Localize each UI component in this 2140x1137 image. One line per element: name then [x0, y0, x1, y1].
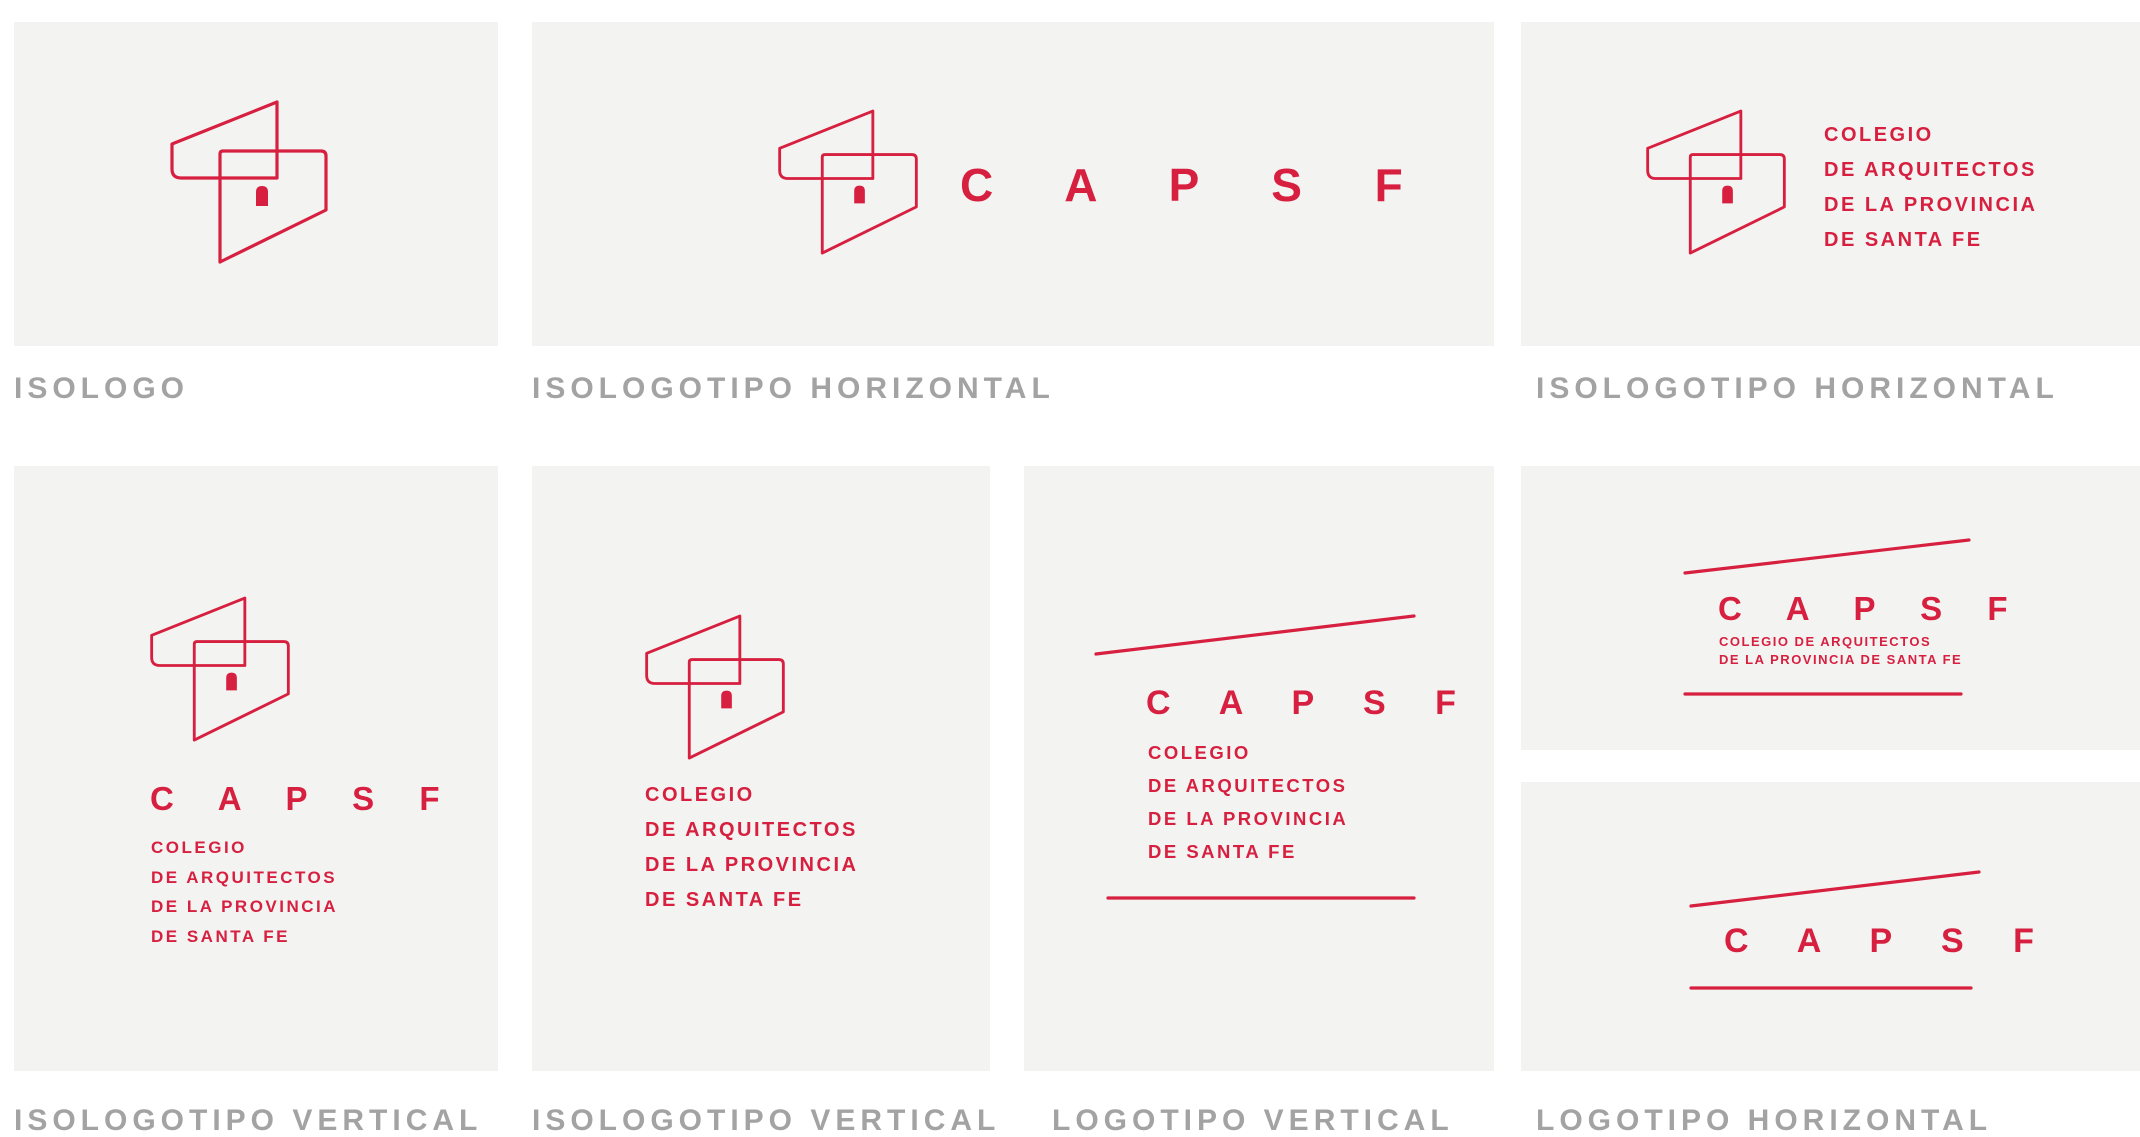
panel-logotipo-vertical: C A P S F COLEGIO DE ARQUITECTOS DE LA P… — [1024, 466, 1494, 1071]
fullname-line: DE LA PROVINCIA — [1824, 194, 2038, 216]
panel-isologotipo-vertical-capsf: C A P S F COLEGIO DE ARQUITECTOS DE LA P… — [14, 466, 498, 1071]
wordmark-capsf: C A P S F — [960, 159, 1433, 211]
fullname-line: COLEGIO — [645, 784, 755, 806]
fullname-line: COLEGIO — [1824, 124, 1934, 146]
capsf-isologo-icon — [777, 109, 919, 256]
capsf-isologo-icon — [149, 596, 291, 743]
caption-isologo: ISOLOGO — [14, 372, 190, 405]
wordmark-capsf: C A P S F — [1146, 684, 1476, 722]
caption-logotipo-vertical: LOGOTIPO VERTICAL — [1052, 1104, 1454, 1137]
caption-isologotipo-vertical: ISOLOGOTIPO VERTICAL — [532, 1104, 1001, 1137]
capsf-isologo-icon — [644, 614, 786, 761]
fullname-line: DE ARQUITECTOS — [645, 819, 858, 841]
fullname-block: COLEGIO DE ARQUITECTOS DE LA PROVINCIA D… — [1824, 118, 2037, 258]
panel-isologotipo-horizontal-full: COLEGIO DE ARQUITECTOS DE LA PROVINCIA D… — [1521, 22, 2140, 346]
fullname-block: COLEGIO DE ARQUITECTOS DE LA PROVINCIA D… — [645, 778, 858, 918]
fullname-line: DE SANTA FE — [645, 889, 804, 911]
fullname-line: COLEGIO — [151, 838, 247, 857]
fullname-line: DE SANTA FE — [151, 926, 290, 946]
fullname-block: COLEGIO DE ARQUITECTOS DE LA PROVINCIA D… — [151, 833, 338, 951]
caption-logotipo-horizontal: LOGOTIPO HORIZONTAL — [1536, 1104, 1993, 1137]
panel-logotipo-horizontal-full: C A P S F COLEGIO DE ARQUITECTOS DE LA P… — [1521, 466, 2140, 750]
panel-isologo — [14, 22, 498, 346]
panel-isologotipo-vertical-name: COLEGIO DE ARQUITECTOS DE LA PROVINCIA D… — [532, 466, 990, 1071]
wordmark-capsf: C A P S F — [1724, 922, 2054, 960]
panel-isologotipo-horizontal-short: C A P S F — [532, 22, 1494, 346]
fullname-line: COLEGIO — [1148, 742, 1251, 763]
fullname-compact-block: COLEGIO DE ARQUITECTOS DE LA PROVINCIA D… — [1719, 633, 1962, 669]
caption-isologotipo-vertical: ISOLOGOTIPO VERTICAL — [14, 1104, 483, 1137]
fullname-line: DE ARQUITECTOS — [151, 867, 338, 887]
fullname-line: DE LA PROVINCIA DE SANTA FE — [1719, 652, 1963, 667]
caption-isologotipo-horizontal: ISOLOGOTIPO HORIZONTAL — [532, 372, 1055, 405]
panel-logotipo-horizontal-short: C A P S F — [1521, 782, 2140, 1071]
capsf-isologo-icon — [1645, 109, 1787, 256]
fullname-line: COLEGIO DE ARQUITECTOS — [1719, 634, 1932, 649]
wordmark-capsf: C A P S F — [150, 780, 458, 817]
wordmark-capsf: C A P S F — [1718, 590, 2026, 627]
caption-isologotipo-horizontal: ISOLOGOTIPO HORIZONTAL — [1536, 372, 2059, 405]
fullname-line: DE LA PROVINCIA — [645, 854, 859, 876]
fullname-line: DE SANTA FE — [1148, 841, 1297, 862]
fullname-line: DE LA PROVINCIA — [1148, 808, 1349, 829]
fullname-line: DE LA PROVINCIA — [151, 897, 339, 916]
fullname-line: DE SANTA FE — [1824, 229, 1983, 251]
fullname-line: DE ARQUITECTOS — [1824, 159, 2037, 181]
fullname-line: DE ARQUITECTOS — [1148, 775, 1348, 796]
capsf-isologo-icon — [169, 100, 329, 265]
fullname-block: COLEGIO DE ARQUITECTOS DE LA PROVINCIA D… — [1148, 736, 1348, 868]
